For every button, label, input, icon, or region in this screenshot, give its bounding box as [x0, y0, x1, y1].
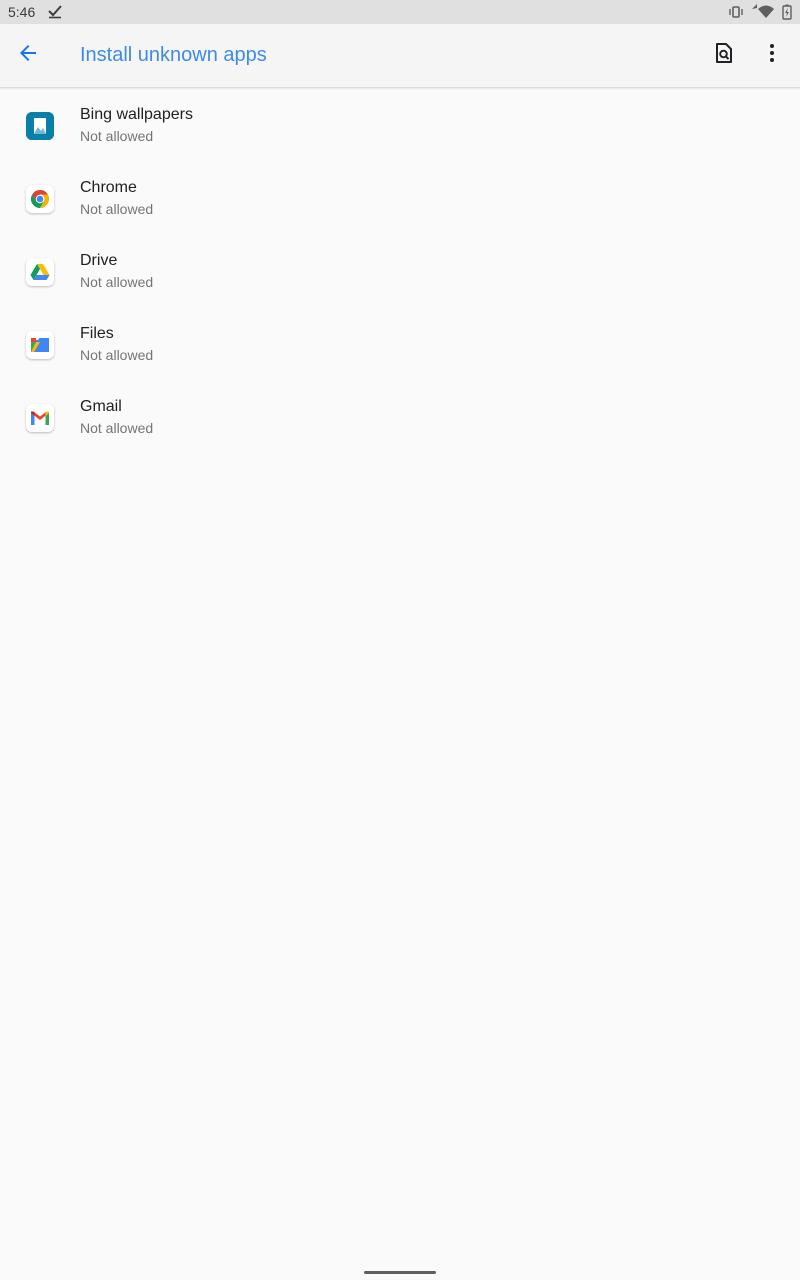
app-status: Not allowed [80, 420, 154, 436]
files-icon [26, 330, 54, 359]
list-item-gmail[interactable]: Gmail Not allowed [0, 381, 800, 454]
wifi-icon [752, 4, 774, 20]
more-options-button[interactable] [748, 32, 796, 80]
app-list: Bing wallpapers Not allowed Chrome Not a… [0, 89, 800, 454]
list-item-chrome[interactable]: Chrome Not allowed [0, 162, 800, 235]
search-settings-button[interactable] [700, 32, 748, 80]
back-button[interactable] [0, 28, 56, 84]
check-icon [47, 3, 63, 22]
list-item-bing-wallpapers[interactable]: Bing wallpapers Not allowed [0, 89, 800, 162]
app-name: Bing wallpapers [80, 106, 193, 123]
app-status: Not allowed [80, 274, 154, 290]
drive-icon [26, 257, 54, 286]
app-bar: Install unknown apps [0, 24, 800, 88]
status-bar: 5:46 [0, 0, 800, 24]
app-name: Files [80, 325, 114, 342]
list-item-drive[interactable]: Drive Not allowed [0, 235, 800, 308]
chrome-icon [26, 184, 54, 213]
status-time: 5:46 [8, 4, 36, 20]
more-options-icon [769, 43, 775, 68]
app-name: Gmail [80, 398, 122, 415]
app-status: Not allowed [80, 128, 154, 144]
bing-wallpapers-icon [26, 111, 54, 140]
navigation-handle[interactable] [364, 1271, 436, 1274]
search-settings-icon [713, 42, 735, 69]
list-item-files[interactable]: Files Not allowed [0, 308, 800, 381]
arrow-back-icon [16, 41, 40, 70]
gmail-icon [26, 403, 54, 432]
vibrate-icon [728, 4, 744, 20]
app-status: Not allowed [80, 201, 154, 217]
page-title: Install unknown apps [80, 44, 267, 66]
app-name: Chrome [80, 179, 137, 196]
app-name: Drive [80, 252, 118, 269]
app-status: Not allowed [80, 347, 154, 363]
battery-icon [782, 4, 792, 20]
